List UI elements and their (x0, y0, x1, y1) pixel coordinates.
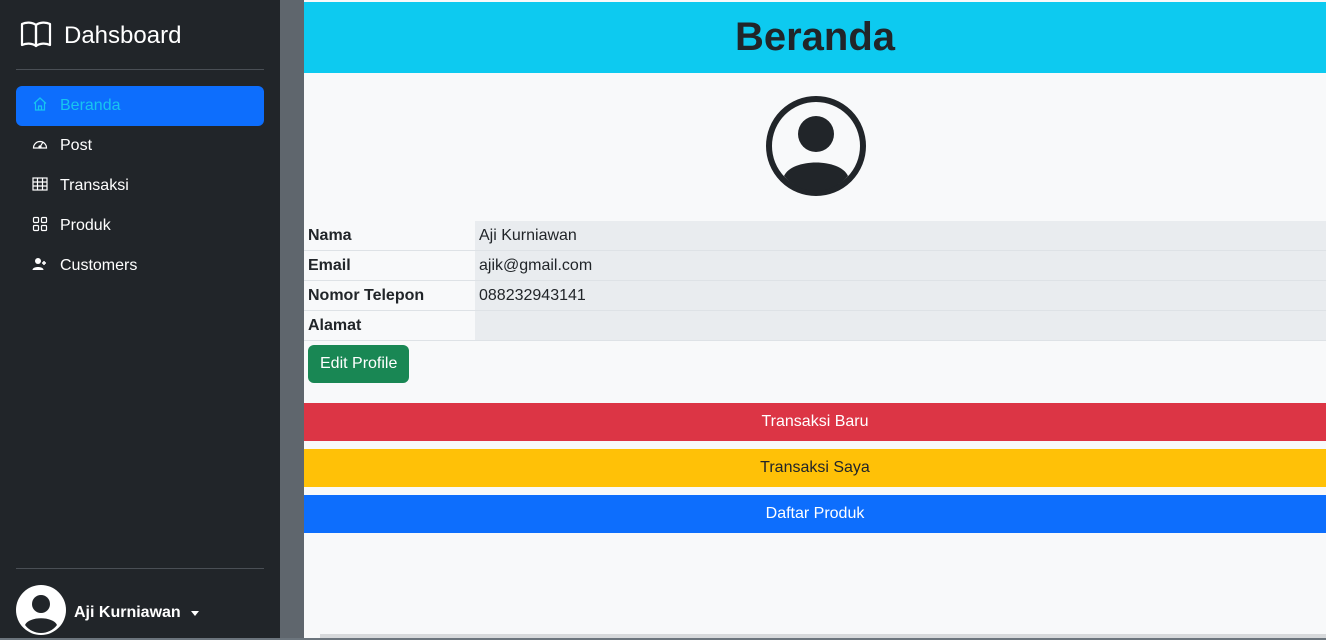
sidebar-item-post[interactable]: Post (16, 126, 264, 166)
brand-link[interactable]: Dahsboard (20, 18, 181, 54)
new-transaction-button[interactable]: Transaksi Baru (304, 403, 1326, 441)
horizontal-scrollbar[interactable] (320, 634, 1326, 638)
page-header: Beranda (304, 2, 1326, 73)
my-transactions-button[interactable]: Transaksi Saya (304, 449, 1326, 487)
user-name: Aji Kurniawan (74, 603, 181, 621)
page-title: Beranda (734, 15, 896, 59)
table-row: Alamat (304, 310, 1326, 341)
sidebar-item-transaksi[interactable]: Transaksi (16, 166, 264, 206)
sidebar-item-customers[interactable]: Customers (16, 246, 264, 286)
main-content: Beranda Nama Aji Kurniawan Email ajik@gm… (304, 0, 1326, 638)
sidebar-item-label: Post (60, 137, 93, 154)
book-icon (20, 20, 52, 53)
table-icon (32, 176, 48, 197)
people-icon (32, 256, 48, 277)
profile-key: Email (304, 250, 475, 281)
profile-value (475, 310, 1326, 341)
profile-key: Nama (304, 221, 475, 251)
speedometer-icon (32, 136, 48, 157)
sidebar: Dahsboard Beranda Post Transaksi Produk … (0, 0, 280, 638)
edit-profile-button[interactable]: Edit Profile (308, 345, 410, 383)
sidebar-gutter (280, 0, 304, 638)
sidebar-item-beranda[interactable]: Beranda (16, 86, 264, 126)
user-menu-dropdown[interactable]: Aji Kurniawan (16, 585, 199, 640)
sidebar-item-label: Beranda (60, 97, 121, 114)
sidebar-item-label: Customers (60, 257, 138, 274)
profile-value: Aji Kurniawan (475, 221, 1326, 251)
person-circle-icon (16, 585, 66, 640)
profile-value: 088232943141 (475, 280, 1326, 311)
sidebar-nav: Beranda Post Transaksi Produk Customers (16, 86, 264, 286)
profile-key: Alamat (304, 310, 475, 341)
brand-title: Dahsboard (64, 22, 182, 49)
profile-table: Nama Aji Kurniawan Email ajik@gmail.com … (304, 221, 1326, 341)
sidebar-item-label: Transaksi (60, 177, 129, 194)
chevron-down-icon (190, 611, 199, 616)
sidebar-item-label: Produk (60, 217, 111, 234)
product-list-button[interactable]: Daftar Produk (304, 495, 1326, 533)
table-row: Nomor Telepon 088232943141 (304, 280, 1326, 311)
divider (16, 568, 264, 569)
table-row: Email ajik@gmail.com (304, 250, 1326, 281)
profile-key: Nomor Telepon (304, 280, 475, 311)
person-circle-icon (766, 96, 866, 201)
table-row: Nama Aji Kurniawan (304, 221, 1326, 251)
profile-value: ajik@gmail.com (475, 250, 1326, 281)
divider (16, 69, 264, 70)
grid-icon (32, 216, 48, 237)
sidebar-item-produk[interactable]: Produk (16, 206, 264, 246)
home-icon (32, 96, 48, 117)
